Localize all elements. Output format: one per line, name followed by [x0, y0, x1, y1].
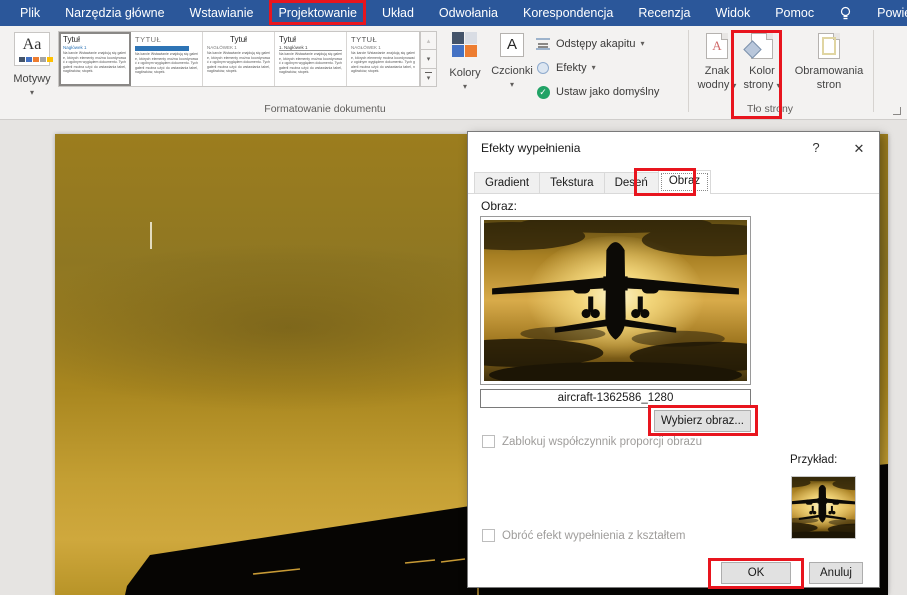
- tab-narzedzia-glowne[interactable]: Narzędzia główne: [65, 6, 164, 20]
- gallery-more-button[interactable]: ▾: [420, 69, 437, 87]
- gallery-scroll-up-button[interactable]: ▴: [420, 31, 437, 50]
- tab-plik[interactable]: Plik: [20, 6, 40, 20]
- chevron-down-icon: ▾: [489, 81, 535, 89]
- rotate-fill-label: Obróć efekt wypełnienia z kształtem: [502, 530, 685, 542]
- paragraph-spacing-button[interactable]: Odstępy akapitu ▾: [535, 32, 659, 56]
- gallery-scroll-buttons: ▴ ▾ ▾: [420, 31, 437, 87]
- effects-button[interactable]: Efekty ▾: [535, 56, 659, 80]
- effects-circle-icon: [535, 60, 551, 76]
- chevron-down-icon: ▾: [777, 81, 781, 90]
- ribbon-design-tab: Aa Motywy ▾ Tytuł Nagłówek 1 Na karcie W…: [0, 26, 907, 120]
- page-color-button[interactable]: Kolor strony ▾: [738, 32, 786, 93]
- formatting-options-stack: Odstępy akapitu ▾ Efekty ▾ ✓ Ustaw jako …: [535, 32, 659, 104]
- tab-recenzja[interactable]: Recenzja: [638, 6, 690, 20]
- chevron-down-icon: ▾: [443, 83, 487, 91]
- picture-label: Obraz:: [481, 199, 517, 213]
- style-set-thumbnail[interactable]: Tytuł NAGŁÓWEK 1 Na karcie Wstawianie zn…: [203, 32, 275, 86]
- dialog-titlebar[interactable]: Efekty wypełnienia ? ✕: [468, 132, 879, 164]
- picture-filename-field: aircraft-1362586_1280: [480, 389, 751, 408]
- paint-bucket-page-icon: [751, 33, 773, 59]
- ok-button[interactable]: OK: [721, 562, 791, 584]
- tab-wstawianie[interactable]: Wstawianie: [190, 6, 254, 20]
- style-set-thumbnail[interactable]: TYTUŁ NAGŁÓWEK 1 Na karcie Wstawianie zn…: [347, 32, 419, 86]
- tab-projektowanie[interactable]: Projektowanie: [278, 6, 357, 20]
- color-grid-icon: [452, 32, 478, 58]
- tab-uklad[interactable]: Układ: [382, 6, 414, 20]
- tab-pomoc[interactable]: Pomoc: [775, 6, 814, 20]
- word-application-window: Plik Narzędzia główne Wstawianie Projekt…: [0, 0, 907, 595]
- tab-korespondencja[interactable]: Korespondencja: [523, 6, 613, 20]
- close-icon[interactable]: ✕: [844, 138, 874, 160]
- example-preview: [791, 476, 856, 539]
- airplane-sunset-image: [484, 220, 747, 381]
- green-check-icon: ✓: [535, 84, 551, 100]
- rotate-fill-row: Obróć efekt wypełnienia z kształtem: [482, 529, 685, 542]
- group-label-formatting: Formatowanie dokumentu: [160, 103, 490, 115]
- lock-aspect-label: Zablokuj współczynnik proporcji obrazu: [502, 436, 702, 448]
- style-set-thumbnail[interactable]: Tytuł 1. Nagłówek 1 Na karcie Wstawianie…: [275, 32, 347, 86]
- style-set-thumbnail[interactable]: Tytuł Nagłówek 1 Na karcie Wstawianie zn…: [59, 32, 131, 86]
- page-borders-button[interactable]: Obramowania stron: [788, 32, 870, 93]
- select-picture-button[interactable]: Wybierz obraz...: [654, 410, 751, 432]
- tab-tekstura[interactable]: Tekstura: [539, 172, 604, 193]
- group-separator: [873, 30, 874, 112]
- themes-button[interactable]: Aa Motywy ▾: [6, 30, 58, 116]
- dialog-title: Efekty wypełnienia: [481, 141, 580, 155]
- style-highlight-bar: [135, 46, 189, 51]
- lock-aspect-ratio-row: Zablokuj współczynnik proporcji obrazu: [482, 435, 702, 448]
- style-set-thumbnail[interactable]: TYTUŁ Na karcie Wstawianie znajdują się …: [131, 32, 203, 86]
- airplane-sunset-thumbnail: [792, 477, 855, 538]
- picture-preview: [480, 216, 751, 385]
- text-cursor: [150, 222, 152, 249]
- fill-effects-dialog: Efekty wypełnienia ? ✕ Gradient Tekstura…: [467, 131, 880, 588]
- gallery-scroll-down-button[interactable]: ▾: [420, 50, 437, 68]
- style-set-gallery: Tytuł Nagłówek 1 Na karcie Wstawianie zn…: [58, 31, 420, 87]
- tab-widok[interactable]: Widok: [715, 6, 750, 20]
- chevron-down-icon: ▾: [427, 55, 431, 63]
- tell-me-box[interactable]: Powiedz i: [877, 6, 907, 20]
- colors-button[interactable]: Kolory ▾: [443, 32, 487, 91]
- group-separator: [688, 30, 689, 112]
- chevron-down-icon: ▾: [641, 40, 645, 48]
- cancel-button[interactable]: Anuluj: [809, 562, 863, 584]
- lightbulb-icon: [839, 6, 852, 21]
- chevron-down-icon: ▾: [427, 74, 431, 82]
- font-a-icon: A: [500, 33, 524, 57]
- tab-gradient[interactable]: Gradient: [474, 172, 540, 193]
- help-button[interactable]: ?: [806, 140, 826, 155]
- bordered-page-icon: [818, 33, 840, 59]
- paragraph-spacing-icon: [535, 36, 551, 52]
- themes-aa-icon: Aa: [14, 32, 50, 66]
- example-label: Przykład:: [790, 454, 837, 466]
- watermark-button[interactable]: A Znak wodny ▾: [694, 32, 740, 93]
- dialog-tabs: Gradient Tekstura Deseń Obraz: [474, 172, 710, 194]
- themes-aa-text: Aa: [15, 33, 49, 57]
- dialog-launcher-icon[interactable]: [893, 107, 901, 115]
- chevron-down-icon: ▾: [6, 89, 58, 97]
- themes-label: Motywy: [6, 73, 58, 85]
- lock-aspect-checkbox: [482, 435, 495, 448]
- group-label-page-background: Tło strony: [710, 103, 830, 115]
- rotate-fill-checkbox: [482, 529, 495, 542]
- watermark-page-icon: A: [706, 33, 728, 59]
- set-as-default-button[interactable]: ✓ Ustaw jako domyślny: [535, 80, 659, 104]
- tab-desen[interactable]: Deseń: [604, 172, 659, 193]
- fonts-button[interactable]: A Czcionki ▾: [489, 32, 535, 89]
- tab-obraz[interactable]: Obraz: [658, 170, 711, 194]
- chevron-down-icon: ▾: [732, 81, 736, 90]
- tab-odwolania[interactable]: Odwołania: [439, 6, 498, 20]
- tab-projektowanie-label: Projektowanie: [278, 6, 357, 20]
- ribbon-tab-bar: Plik Narzędzia główne Wstawianie Projekt…: [0, 0, 907, 26]
- chevron-up-icon: ▴: [427, 37, 431, 45]
- chevron-down-icon: ▾: [592, 64, 596, 72]
